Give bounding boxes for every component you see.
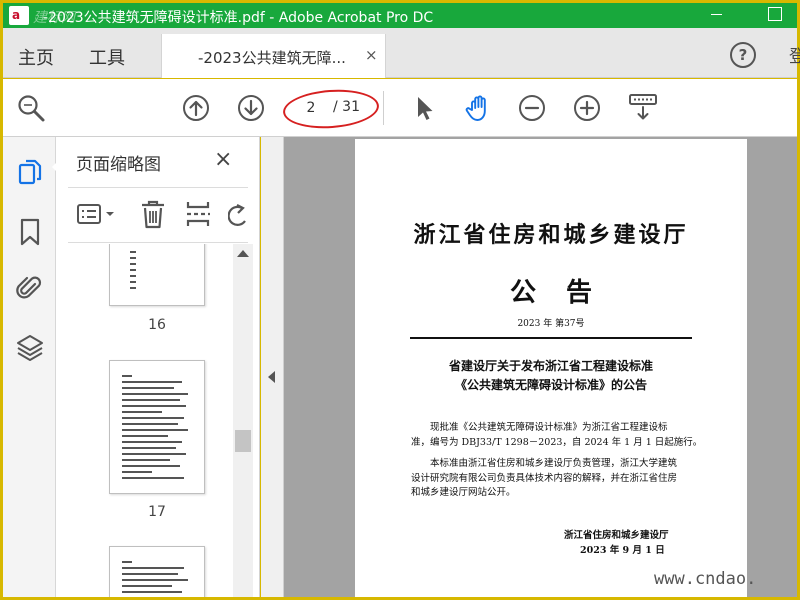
site-watermark: www.cndao. xyxy=(654,569,757,589)
maximize-button[interactable] xyxy=(768,7,782,21)
select-cursor-icon[interactable] xyxy=(408,92,440,124)
page-thumbnail[interactable] xyxy=(109,360,205,494)
vertical-scrollbar[interactable] xyxy=(233,244,253,597)
tab-document[interactable]: -2023公共建筑无障... × xyxy=(161,34,386,78)
layers-icon[interactable] xyxy=(15,333,45,363)
header-rule xyxy=(410,337,692,339)
document-tab-label: -2023公共建筑无障... xyxy=(198,49,346,67)
help-icon[interactable]: ? xyxy=(730,42,756,68)
panel-title: 页面缩略图 xyxy=(76,155,161,175)
subject-line: 《公共建筑无障碍设计标准》的公告 xyxy=(454,378,647,392)
panel-collapse-strip[interactable] xyxy=(261,137,284,597)
scroll-up-icon[interactable] xyxy=(237,250,249,257)
options-menu-icon[interactable] xyxy=(76,202,118,228)
signature-date: 2023 年 9 月 1 日 xyxy=(580,545,665,556)
delete-icon[interactable] xyxy=(138,198,168,230)
thumbnail-toolbar xyxy=(68,187,248,243)
tab-bar: 主页 工具 -2023公共建筑无障... × ? 登 xyxy=(3,28,800,78)
issuing-org-title: 浙江省住房和城乡建设厅 xyxy=(413,222,689,248)
tab-home[interactable]: 主页 xyxy=(18,44,54,70)
signature-organization: 浙江省住房和城乡建设厅 xyxy=(564,530,669,541)
notice-title: 公告 xyxy=(509,278,622,308)
zoom-search-icon[interactable] xyxy=(15,92,47,124)
body-paragraph: 本标准由浙江省住房和城乡建设厅负责管理，浙江大学建筑 设计研究院有限公司负责具体… xyxy=(411,458,678,498)
annotation-highlight-ellipse xyxy=(281,86,381,132)
previous-page-icon[interactable] xyxy=(180,92,212,124)
insert-page-icon[interactable] xyxy=(183,198,213,230)
toolbar-divider xyxy=(383,91,384,125)
window-title: -2023公共建筑无障碍设计标准.pdf - Adobe Acrobat Pro… xyxy=(43,10,434,26)
page-thumbnail[interactable] xyxy=(109,546,205,597)
document-viewport[interactable]: 浙江省住房和城乡建设厅 公告 2023 年 第37号 省建设厅关于发布浙江省工程… xyxy=(284,137,797,597)
zoom-in-icon[interactable] xyxy=(571,92,603,124)
navigation-rail xyxy=(3,137,60,597)
issue-number: 2023 年 第37号 xyxy=(517,319,585,329)
close-icon[interactable]: × xyxy=(365,46,378,64)
scroll-thumb[interactable] xyxy=(235,430,251,452)
page-number-label: 16 xyxy=(148,317,166,333)
thumbnail-list: 16 17 xyxy=(56,244,233,597)
acrobat-logo-icon: a xyxy=(9,6,29,25)
page-thumbnail[interactable] xyxy=(109,244,205,306)
subject-line: 省建设厅关于发布浙江省工程建设标准 xyxy=(448,359,653,373)
thumbnail-panel: 页面缩略图 × 16 17 xyxy=(56,137,260,597)
title-bar: a 建标网 -2023公共建筑无障碍设计标准.pdf - Adobe Acrob… xyxy=(3,3,797,28)
pdf-page: 浙江省住房和城乡建设厅 公告 2023 年 第37号 省建设厅关于发布浙江省工程… xyxy=(355,139,747,597)
keyboard-icon[interactable] xyxy=(627,92,659,124)
next-page-icon[interactable] xyxy=(235,92,267,124)
rotate-icon[interactable] xyxy=(228,200,248,230)
collapse-arrow-icon[interactable] xyxy=(268,371,275,383)
body-paragraph: 现批准《公共建筑无障碍设计标准》为浙江省工程建设标 准，编号为 DBJ33/T … xyxy=(411,422,703,448)
toolbar: / 31 xyxy=(3,79,797,137)
sign-in-button[interactable]: 登 xyxy=(789,42,800,67)
page-number-label: 17 xyxy=(148,504,166,520)
minimize-button[interactable] xyxy=(710,7,724,21)
hand-tool-icon[interactable] xyxy=(463,92,495,124)
zoom-out-icon[interactable] xyxy=(516,92,548,124)
bookmarks-icon[interactable] xyxy=(17,217,43,247)
page-thumbnails-icon[interactable] xyxy=(16,157,44,187)
close-icon[interactable]: × xyxy=(214,147,232,172)
tab-tools[interactable]: 工具 xyxy=(89,44,125,70)
attachments-icon[interactable] xyxy=(15,273,43,303)
